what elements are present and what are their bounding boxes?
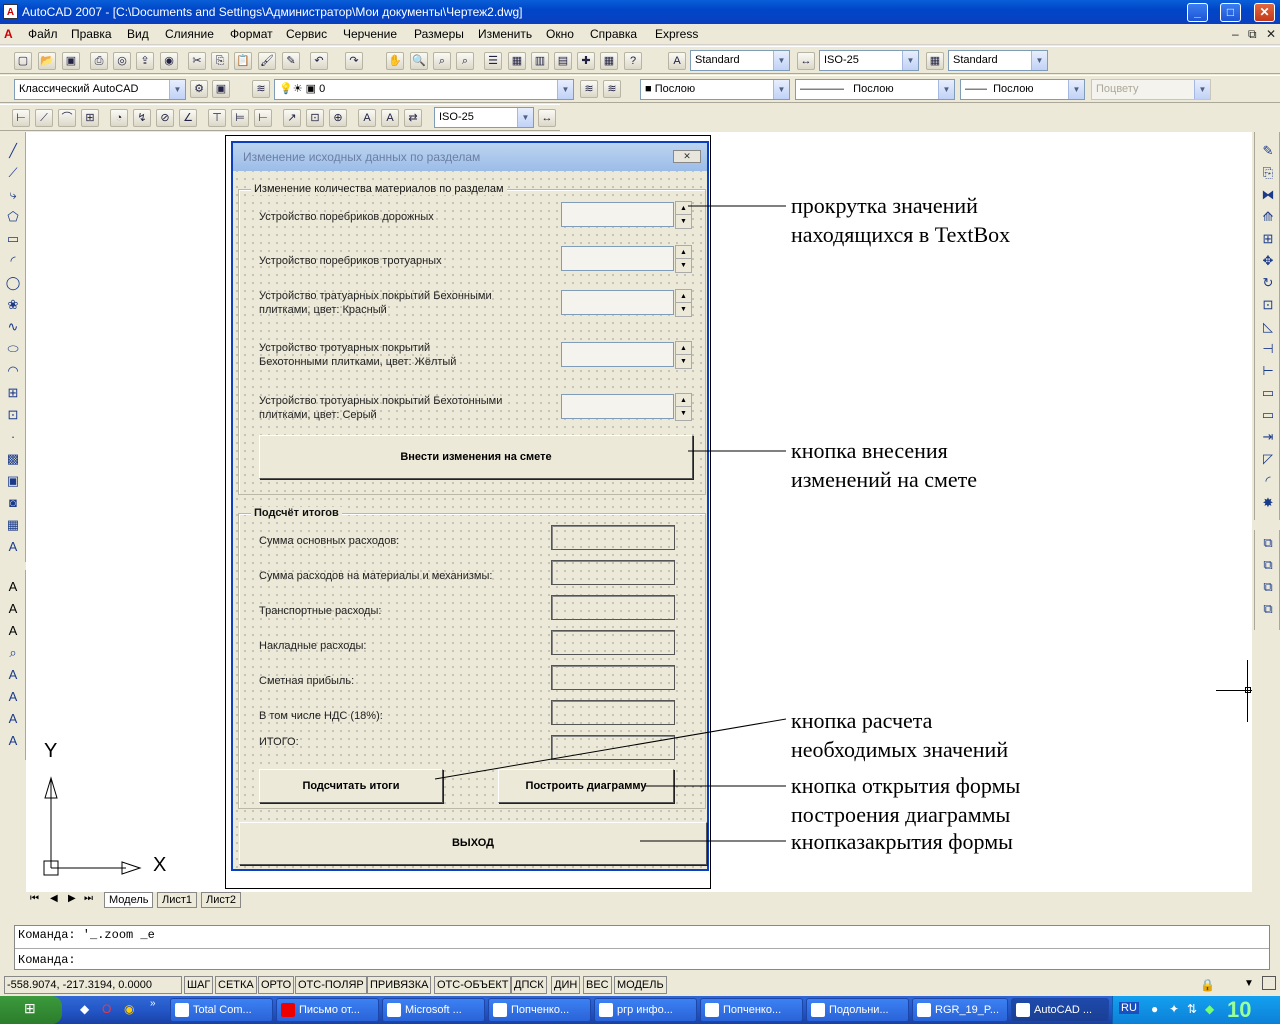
status-bar: -558.9074, -217.3194, 0.0000 ШАГ СЕТКА О… bbox=[0, 974, 1280, 996]
tray-icon[interactable]: ● bbox=[1151, 1002, 1158, 1016]
annotation-apply: кнопка внесения изменений на смете bbox=[791, 438, 978, 492]
command-line[interactable]: Команда: '_.zoom _e Команда: bbox=[14, 925, 1270, 970]
coordinates-display[interactable]: -558.9074, -217.3194, 0.0000 bbox=[4, 976, 182, 994]
taskbar-item[interactable]: Попченко... bbox=[488, 998, 591, 1022]
ortho-button[interactable]: ОРТО bbox=[258, 976, 295, 994]
annotation-leaders bbox=[434, 205, 787, 842]
tab-model[interactable]: Модель bbox=[104, 892, 154, 908]
taskbar-item[interactable]: RGR_19_P... bbox=[912, 998, 1008, 1022]
tab-prev-icon[interactable]: ◀ bbox=[50, 893, 58, 904]
tab-last-icon[interactable]: ⏭ bbox=[84, 893, 93, 904]
osnap-button[interactable]: ПРИВЯЗКА bbox=[367, 976, 432, 994]
annotation-scroll: прокрутка значений находящихся в TextBox bbox=[791, 193, 1011, 247]
status-menu-icon[interactable]: ▼ bbox=[1244, 978, 1254, 989]
tray-icon[interactable]: ◆ bbox=[1205, 1002, 1214, 1016]
language-indicator[interactable]: RU bbox=[1119, 1002, 1139, 1014]
clock[interactable]: 10 bbox=[1227, 997, 1251, 1023]
polar-button[interactable]: ОТС-ПОЛЯР bbox=[295, 976, 367, 994]
snap-button[interactable]: ШАГ bbox=[184, 976, 214, 994]
command-prompt[interactable]: Команда: bbox=[18, 953, 76, 967]
quicklaunch-more-icon[interactable]: » bbox=[150, 998, 156, 1009]
taskbar-item[interactable]: Microsoft ... bbox=[382, 998, 485, 1022]
taskbar-item[interactable]: Подольни... bbox=[806, 998, 909, 1022]
tray-icon[interactable]: ⇅ bbox=[1187, 1002, 1197, 1016]
annotation-chart: кнопка открытия формы построения диаграмм… bbox=[791, 773, 1021, 827]
tab-sheet2[interactable]: Лист2 bbox=[201, 892, 242, 908]
layout-tabs-bar: ⏮ ◀ ▶ ⏭ Модель Лист1 Лист2 bbox=[26, 892, 1252, 908]
annotation-calculate: кнопка расчета необходимых значений bbox=[791, 708, 1009, 762]
taskbar-item[interactable]: ргр инфо... bbox=[594, 998, 697, 1022]
taskbar-item-autocad[interactable]: AutoCAD ... bbox=[1011, 998, 1109, 1022]
command-history: Команда: '_.zoom _e bbox=[18, 928, 155, 942]
tab-first-icon[interactable]: ⏮ bbox=[30, 893, 39, 904]
windows-logo-icon: ⊞ bbox=[24, 1000, 36, 1016]
ducs-button[interactable]: ДПСК bbox=[511, 976, 547, 994]
opera-icon[interactable]: O bbox=[102, 1002, 111, 1016]
model-button[interactable]: МОДЕЛЬ bbox=[614, 976, 667, 994]
taskbar-item[interactable]: Total Com... bbox=[170, 998, 273, 1022]
quicklaunch-icon[interactable]: ◆ bbox=[80, 1002, 89, 1016]
lwt-button[interactable]: ВЕС bbox=[583, 976, 612, 994]
otrack-button[interactable]: ОТС-ОБЪЕКТ bbox=[434, 976, 512, 994]
quicklaunch-icon-2[interactable]: ◉ bbox=[124, 1002, 134, 1016]
lock-icon[interactable]: 🔒 bbox=[1200, 978, 1215, 992]
taskbar: ⊞ ◆ O ◉ » Total Com... Письмо от... Micr… bbox=[0, 996, 1280, 1024]
grid-button[interactable]: СЕТКА bbox=[215, 976, 257, 994]
dyn-button[interactable]: ДИН bbox=[551, 976, 581, 994]
tab-next-icon[interactable]: ▶ bbox=[68, 893, 76, 904]
tab-sheet1[interactable]: Лист1 bbox=[157, 892, 198, 908]
taskbar-item[interactable]: Письмо от... bbox=[276, 998, 379, 1022]
system-tray: RU ● ✦ ⇅ ◆ 10 bbox=[1112, 996, 1280, 1024]
taskbar-item[interactable]: Попченко... bbox=[700, 998, 803, 1022]
annotation-exit: кнопказакрытия формы bbox=[791, 829, 1013, 854]
clean-screen-icon[interactable] bbox=[1262, 976, 1276, 990]
tray-icon[interactable]: ✦ bbox=[1169, 1002, 1179, 1016]
command-divider bbox=[15, 948, 1269, 949]
start-button[interactable]: ⊞ bbox=[0, 996, 62, 1024]
